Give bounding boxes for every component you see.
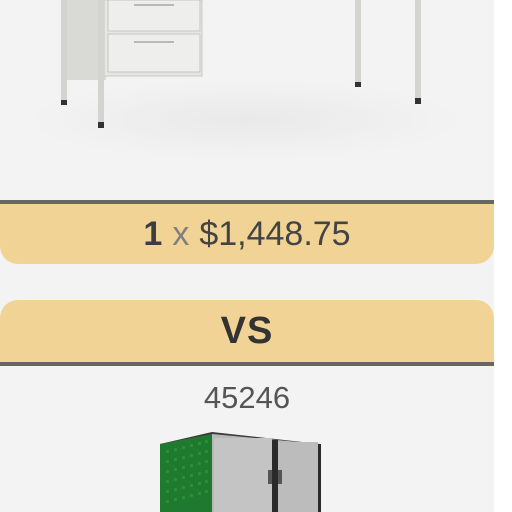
desk-icon xyxy=(25,0,465,160)
comparison-page: 1 x $1,448.75 VS 45246 xyxy=(0,0,512,512)
price-value: $1,448.75 xyxy=(199,214,351,253)
product-id-label: 45246 xyxy=(203,380,291,415)
cabinet-image[interactable] xyxy=(0,426,494,512)
vs-label: VS xyxy=(220,309,274,352)
quantity-value: 1 xyxy=(143,214,163,253)
content-column: 1 x $1,448.75 VS 45246 xyxy=(0,0,494,512)
price-summary-bar: 1 x $1,448.75 xyxy=(0,200,494,264)
multiply-sign: x xyxy=(172,214,190,253)
desk-image[interactable] xyxy=(0,0,494,200)
scrollbar-track[interactable] xyxy=(494,0,512,512)
vs-divider-bar: VS xyxy=(0,300,494,366)
storage-cabinet-icon xyxy=(160,432,321,512)
